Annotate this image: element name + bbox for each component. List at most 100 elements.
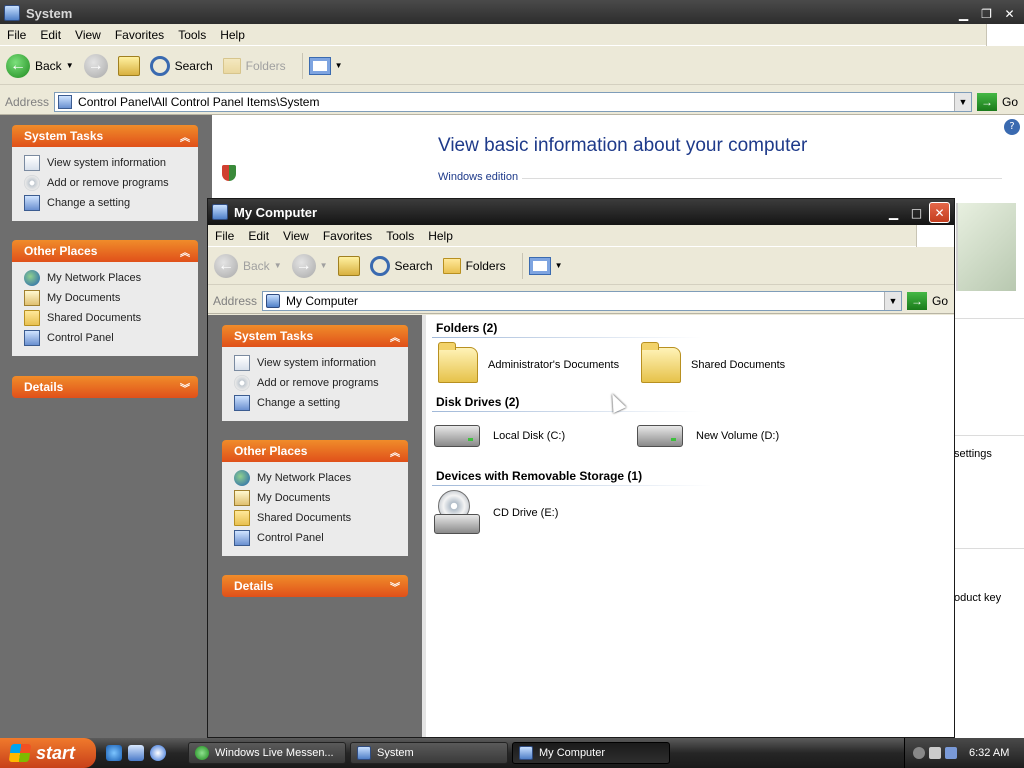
search-icon bbox=[369, 255, 390, 276]
task-add-remove-programs[interactable]: Add or remove programs bbox=[234, 373, 398, 393]
up-folder-button[interactable] bbox=[337, 255, 360, 276]
network-icon[interactable] bbox=[945, 747, 957, 759]
place-my-documents[interactable]: My Documents bbox=[24, 288, 188, 308]
details-header[interactable]: Details ︾ bbox=[12, 376, 198, 398]
forward-arrow-icon: → bbox=[291, 253, 316, 278]
task-view-system-info[interactable]: View system information bbox=[24, 153, 188, 173]
product-key-link-partial[interactable]: oduct key bbox=[954, 592, 1001, 604]
views-button[interactable]: ▼ bbox=[528, 256, 563, 275]
menu-edit[interactable]: Edit bbox=[33, 28, 68, 42]
help-icon[interactable]: ? bbox=[1004, 119, 1020, 135]
menu-tools[interactable]: Tools bbox=[171, 28, 213, 42]
start-button[interactable]: start bbox=[0, 738, 96, 768]
my-documents-icon bbox=[24, 290, 40, 306]
place-my-documents[interactable]: My Documents bbox=[234, 488, 398, 508]
menu-file[interactable]: File bbox=[0, 28, 33, 42]
minimize-button[interactable]: ▁ bbox=[953, 3, 974, 24]
folder-icon bbox=[641, 342, 681, 383]
task-windows-live-messenger[interactable]: Windows Live Messen... bbox=[188, 742, 346, 764]
menu-help[interactable]: Help bbox=[213, 28, 252, 42]
search-icon bbox=[149, 55, 170, 76]
section-divider bbox=[954, 318, 1024, 319]
task-add-remove-programs[interactable]: Add or remove programs bbox=[24, 173, 188, 193]
menu-favorites[interactable]: Favorites bbox=[108, 28, 171, 42]
folder-tile-shared-documents[interactable]: Shared Documents bbox=[641, 342, 785, 383]
folders-button[interactable]: Folders bbox=[222, 57, 286, 74]
menu-file[interactable]: File bbox=[208, 229, 241, 243]
task-my-computer[interactable]: My Computer bbox=[512, 742, 670, 764]
system-tasks-header[interactable]: System Tasks ︽ bbox=[222, 325, 408, 347]
windows-logo-icon bbox=[916, 225, 954, 247]
folder-tile-admin-documents[interactable]: Administrator's Documents bbox=[438, 342, 619, 383]
details-panel: Details ︾ bbox=[222, 575, 408, 597]
menu-help[interactable]: Help bbox=[421, 229, 460, 243]
back-dropdown-icon[interactable]: ▼ bbox=[274, 261, 282, 270]
search-button[interactable]: Search bbox=[149, 55, 213, 76]
place-shared-documents[interactable]: Shared Documents bbox=[24, 308, 188, 328]
other-places-header[interactable]: Other Places ︽ bbox=[222, 440, 408, 462]
drive-tile-e[interactable]: CD Drive (E:) bbox=[434, 490, 558, 536]
place-network[interactable]: My Network Places bbox=[234, 468, 398, 488]
drive-tile-d[interactable]: New Volume (D:) bbox=[637, 425, 779, 447]
back-dropdown-icon[interactable]: ▼ bbox=[66, 61, 74, 70]
folders-button[interactable]: Folders bbox=[442, 257, 506, 274]
hard-drive-icon bbox=[637, 425, 683, 447]
address-dropdown-icon[interactable]: ▼ bbox=[883, 291, 901, 310]
media-player-icon[interactable] bbox=[150, 745, 166, 761]
place-control-panel[interactable]: Control Panel bbox=[234, 528, 398, 548]
task-system[interactable]: System bbox=[350, 742, 508, 764]
menu-view[interactable]: View bbox=[276, 229, 316, 243]
system-tasks-header[interactable]: System Tasks ︽ bbox=[12, 125, 198, 147]
menu-edit[interactable]: Edit bbox=[241, 229, 276, 243]
address-dropdown-icon[interactable]: ▼ bbox=[953, 92, 971, 111]
system-titlebar[interactable]: System ▁ ❐ ✕ bbox=[0, 0, 1024, 26]
group-divider bbox=[432, 411, 702, 412]
drive-tile-c[interactable]: Local Disk (C:) bbox=[434, 425, 565, 447]
views-icon bbox=[308, 56, 331, 75]
my-computer-icon bbox=[266, 293, 281, 308]
go-button[interactable]: → Go bbox=[976, 92, 1018, 111]
menu-favorites[interactable]: Favorites bbox=[316, 229, 379, 243]
minimize-button[interactable]: ▁ bbox=[883, 202, 904, 223]
place-control-panel[interactable]: Control Panel bbox=[24, 328, 188, 348]
internet-explorer-icon[interactable] bbox=[106, 745, 122, 761]
my-computer-window-title: My Computer bbox=[234, 204, 318, 220]
my-computer-toolbar: ← Back ▼ → ▼ Search Folders ▼ bbox=[208, 247, 954, 285]
system-tasks-panel: System Tasks ︽ View system information Ad… bbox=[222, 325, 408, 421]
restore-button[interactable]: ❐ bbox=[976, 3, 997, 24]
search-button[interactable]: Search bbox=[369, 255, 433, 276]
back-button[interactable]: ← Back ▼ bbox=[6, 53, 74, 78]
control-panel-icon bbox=[234, 530, 250, 546]
place-shared-documents[interactable]: Shared Documents bbox=[234, 508, 398, 528]
settings-link-partial[interactable]: settings bbox=[954, 448, 992, 460]
views-button[interactable]: ▼ bbox=[308, 56, 343, 75]
place-network[interactable]: My Network Places bbox=[24, 268, 188, 288]
maximize-button[interactable]: □ bbox=[906, 202, 927, 223]
other-places-header[interactable]: Other Places ︽ bbox=[12, 240, 198, 262]
outlook-express-icon[interactable] bbox=[128, 745, 144, 761]
address-input[interactable]: My Computer ▼ bbox=[262, 290, 902, 311]
close-button[interactable]: ✕ bbox=[929, 202, 950, 223]
menu-tools[interactable]: Tools bbox=[379, 229, 421, 243]
system-info-icon bbox=[234, 355, 250, 371]
task-view-system-info[interactable]: View system information bbox=[234, 353, 398, 373]
group-header-removable: Devices with Removable Storage (1) bbox=[436, 469, 643, 483]
group-header-folders: Folders (2) bbox=[436, 321, 498, 335]
address-input[interactable]: Control Panel\All Control Panel Items\Sy… bbox=[54, 91, 972, 112]
up-folder-icon bbox=[117, 55, 140, 76]
forward-button[interactable]: → ▼ bbox=[291, 253, 328, 278]
go-button[interactable]: → Go bbox=[906, 291, 948, 310]
hard-drive-icon bbox=[434, 425, 480, 447]
menu-view[interactable]: View bbox=[68, 28, 108, 42]
tray-expand-icon[interactable] bbox=[913, 747, 925, 759]
clock[interactable]: 6:32 AM bbox=[969, 747, 1009, 759]
forward-button[interactable]: → bbox=[83, 53, 108, 78]
task-change-setting[interactable]: Change a setting bbox=[24, 193, 188, 213]
volume-icon[interactable] bbox=[929, 747, 941, 759]
my-computer-titlebar[interactable]: My Computer ▁ □ ✕ bbox=[208, 199, 954, 225]
task-change-setting[interactable]: Change a setting bbox=[234, 393, 398, 413]
details-header[interactable]: Details ︾ bbox=[222, 575, 408, 597]
back-button[interactable]: ← Back ▼ bbox=[214, 253, 282, 278]
up-folder-button[interactable] bbox=[117, 55, 140, 76]
close-button[interactable]: ✕ bbox=[999, 3, 1020, 24]
